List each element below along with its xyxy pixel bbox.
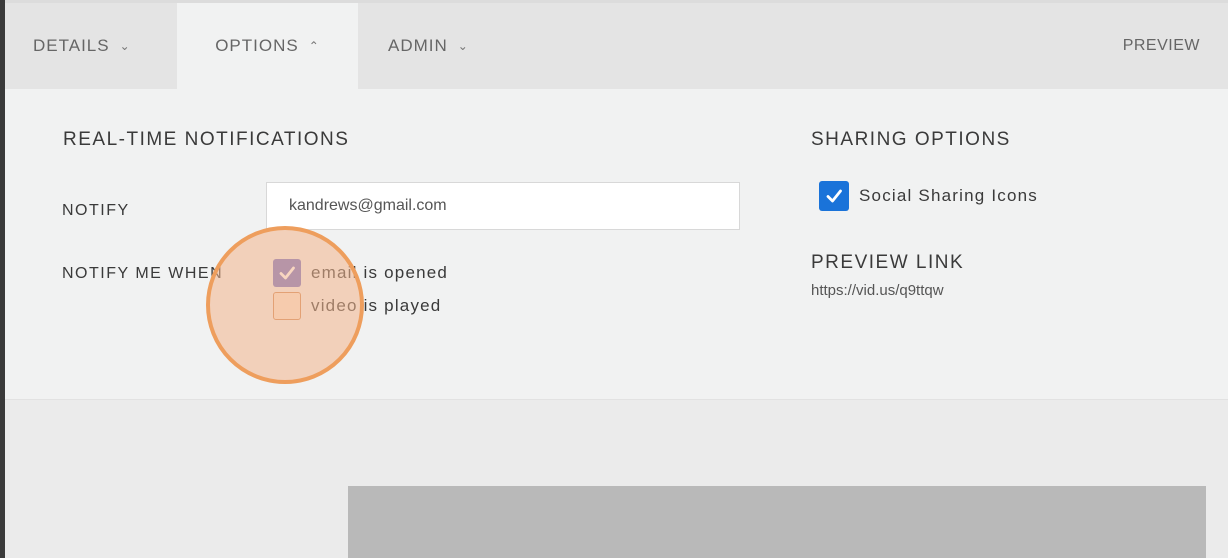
email-opened-option[interactable]: email is opened (273, 259, 448, 287)
video-played-label: video is played (311, 296, 442, 315)
notifications-title: REAL-TIME NOTIFICATIONS (63, 129, 350, 150)
notify-label: NOTIFY (62, 202, 130, 219)
content-placeholder (348, 486, 1206, 558)
video-played-option[interactable]: video is played (273, 292, 441, 320)
tab-admin-label: ADMIN (388, 36, 448, 55)
social-sharing-checkbox[interactable] (819, 181, 849, 211)
tab-bar: DETAILS ⌄ OPTIONS ⌃ ADMIN ⌄ PREVIEW (5, 3, 1228, 89)
preview-link-title: PREVIEW LINK (811, 252, 965, 273)
sharing-title: SHARING OPTIONS (811, 129, 1011, 150)
chevron-down-icon: ⌄ (119, 39, 131, 53)
preview-link-url[interactable]: https://vid.us/q9ttqw (811, 282, 944, 299)
notify-when-label: NOTIFY ME WHEN (62, 265, 224, 282)
checkmark-icon (826, 189, 842, 203)
tab-options[interactable]: OPTIONS ⌃ (177, 3, 358, 89)
notify-email-input[interactable] (266, 182, 740, 230)
options-panel: REAL-TIME NOTIFICATIONS NOTIFY NOTIFY ME… (5, 89, 1228, 400)
email-opened-checkbox[interactable] (273, 259, 301, 287)
tab-details-label: DETAILS (33, 36, 110, 55)
video-played-checkbox[interactable] (273, 292, 301, 320)
checkmark-icon (279, 266, 295, 280)
chevron-up-icon: ⌃ (308, 39, 320, 53)
tab-details[interactable]: DETAILS ⌄ (5, 3, 177, 89)
preview-button[interactable]: PREVIEW (1123, 3, 1200, 89)
chevron-down-icon: ⌄ (457, 39, 469, 53)
social-sharing-option[interactable]: Social Sharing Icons (819, 181, 1038, 211)
tab-options-label: OPTIONS (215, 36, 299, 55)
social-sharing-label: Social Sharing Icons (859, 186, 1038, 205)
email-opened-label: email is opened (311, 263, 449, 282)
tab-admin[interactable]: ADMIN ⌄ (358, 3, 518, 89)
preview-label: PREVIEW (1122, 37, 1200, 54)
